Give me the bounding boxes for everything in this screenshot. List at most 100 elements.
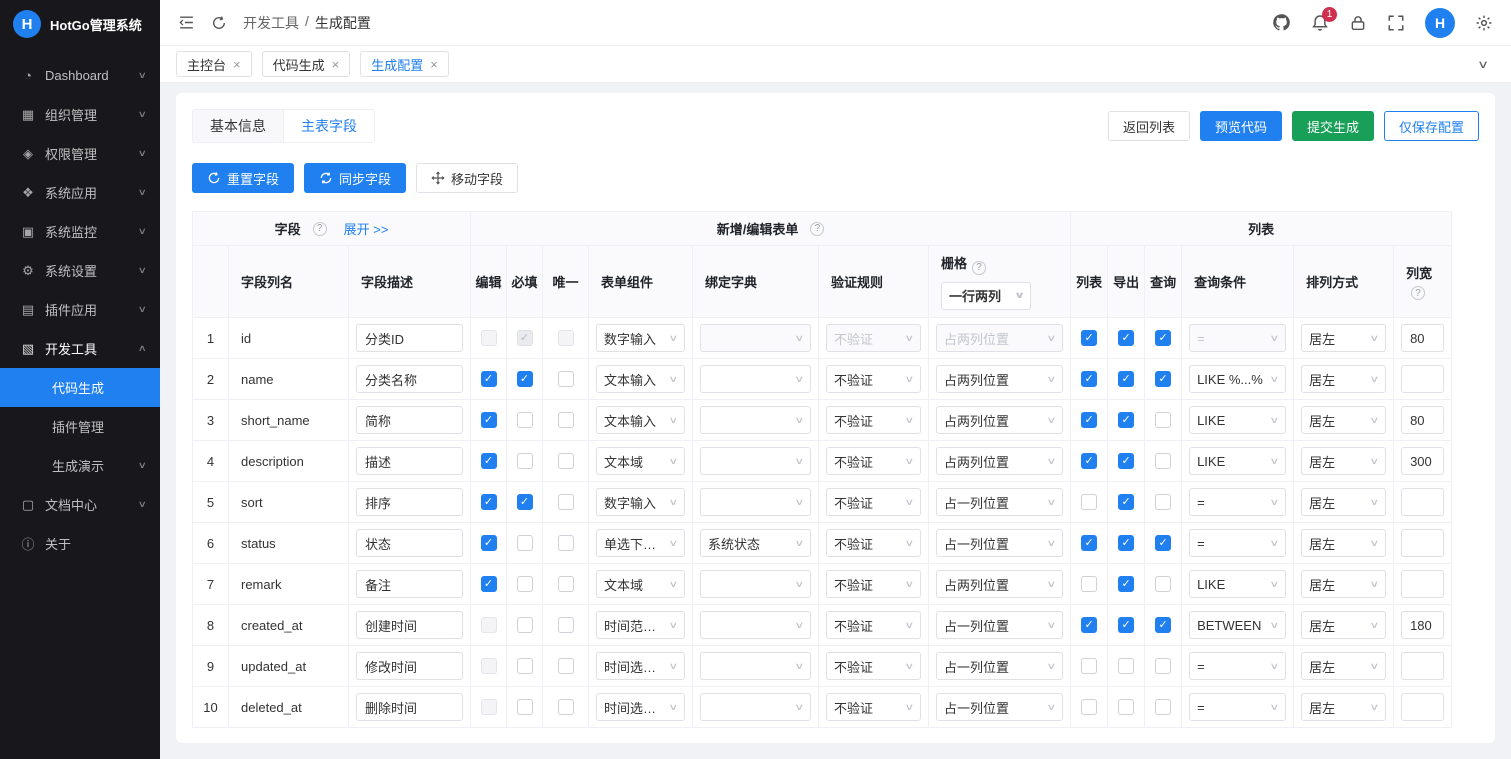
align-select[interactable]: 居左 ∨ bbox=[1301, 406, 1387, 434]
tab-basic-info[interactable]: 基本信息 bbox=[192, 109, 283, 143]
unique-checkbox[interactable] bbox=[557, 494, 574, 511]
grid-select[interactable]: 占一列位置 ∨ bbox=[936, 652, 1064, 680]
query-checkbox[interactable]: ✓ bbox=[1155, 617, 1172, 634]
validation-rule-select[interactable]: 不验证 ∨ bbox=[826, 570, 922, 598]
grid-select[interactable]: 占一列位置 ∨ bbox=[936, 611, 1064, 639]
sidebar-item-docs[interactable]: ▢ 文档中心 ∨ bbox=[0, 485, 160, 524]
form-component-select[interactable]: 数字输入 ∨ bbox=[596, 488, 686, 516]
github-icon[interactable] bbox=[1272, 13, 1291, 32]
form-component-select[interactable]: 文本域 ∨ bbox=[596, 570, 686, 598]
query-checkbox[interactable]: ✓ bbox=[1155, 371, 1172, 388]
column-width-input[interactable] bbox=[1401, 529, 1445, 557]
form-component-select[interactable]: 时间选择(Y-...∨ bbox=[596, 652, 686, 680]
sidebar-item-sysapp[interactable]: ❖ 系统应用 ∨ bbox=[0, 173, 160, 212]
help-icon[interactable]: ? bbox=[1411, 286, 1426, 301]
list-checkbox[interactable] bbox=[1081, 658, 1098, 675]
align-select[interactable]: 居左 ∨ bbox=[1301, 447, 1387, 475]
field-desc-input[interactable] bbox=[356, 406, 464, 434]
column-width-input[interactable] bbox=[1401, 652, 1445, 680]
list-checkbox[interactable]: ✓ bbox=[1081, 330, 1098, 347]
align-select[interactable]: 居左 ∨ bbox=[1301, 570, 1387, 598]
breadcrumb-parent[interactable]: 开发工具 bbox=[243, 13, 299, 33]
export-checkbox[interactable]: ✓ bbox=[1118, 535, 1135, 552]
move-fields-button[interactable]: 移动字段 bbox=[416, 163, 519, 193]
unique-checkbox[interactable] bbox=[557, 371, 574, 388]
dict-select[interactable]: ∨ bbox=[700, 488, 812, 516]
edit-checkbox[interactable]: ✓ bbox=[480, 576, 497, 593]
export-checkbox[interactable]: ✓ bbox=[1118, 617, 1135, 634]
save-config-only-button[interactable]: 仅保存配置 bbox=[1383, 111, 1479, 141]
column-width-input[interactable] bbox=[1401, 611, 1445, 639]
align-select[interactable]: 居左 ∨ bbox=[1301, 693, 1387, 721]
validation-rule-select[interactable]: 不验证 ∨ bbox=[826, 447, 922, 475]
required-checkbox[interactable]: ✓ bbox=[516, 494, 533, 511]
expand-link[interactable]: 展开 >> bbox=[344, 219, 389, 238]
tab-gen-config[interactable]: 生成配置 × bbox=[360, 51, 449, 77]
list-checkbox[interactable]: ✓ bbox=[1081, 371, 1098, 388]
required-checkbox[interactable] bbox=[516, 576, 533, 593]
list-checkbox[interactable]: ✓ bbox=[1081, 617, 1098, 634]
required-checkbox[interactable] bbox=[516, 412, 533, 429]
sidebar-item-settings[interactable]: ⚙ 系统设置 ∨ bbox=[0, 251, 160, 290]
query-condition-select[interactable]: = ∨ bbox=[1189, 693, 1287, 721]
export-checkbox[interactable]: ✓ bbox=[1118, 371, 1135, 388]
field-desc-input[interactable] bbox=[356, 570, 464, 598]
query-checkbox[interactable] bbox=[1155, 576, 1172, 593]
query-checkbox[interactable]: ✓ bbox=[1155, 535, 1172, 552]
column-width-input[interactable] bbox=[1401, 570, 1445, 598]
required-checkbox[interactable] bbox=[516, 658, 533, 675]
required-checkbox[interactable] bbox=[516, 617, 533, 634]
form-component-select[interactable]: 数字输入 ∨ bbox=[596, 324, 686, 352]
unique-checkbox[interactable] bbox=[557, 453, 574, 470]
export-checkbox[interactable]: ✓ bbox=[1118, 330, 1135, 347]
validation-rule-select[interactable]: 不验证 ∨ bbox=[826, 488, 922, 516]
help-icon[interactable]: ? bbox=[810, 221, 825, 236]
form-component-select[interactable]: 文本域 ∨ bbox=[596, 447, 686, 475]
app-logo[interactable]: H HotGo管理系统 bbox=[0, 0, 160, 48]
lock-screen-icon[interactable] bbox=[1349, 14, 1367, 32]
collapse-sidebar-icon[interactable] bbox=[178, 14, 195, 31]
column-width-input[interactable] bbox=[1401, 488, 1445, 516]
query-checkbox[interactable] bbox=[1155, 453, 1172, 470]
submit-generate-button[interactable]: 提交生成 bbox=[1291, 111, 1374, 141]
query-condition-select[interactable]: LIKE ∨ bbox=[1189, 406, 1287, 434]
unique-checkbox[interactable] bbox=[557, 576, 574, 593]
column-width-input[interactable] bbox=[1401, 365, 1445, 393]
close-icon[interactable]: × bbox=[430, 58, 438, 71]
help-icon[interactable]: ? bbox=[972, 260, 987, 275]
export-checkbox[interactable]: ✓ bbox=[1118, 412, 1135, 429]
form-component-select[interactable]: 时间选择(Y-...∨ bbox=[596, 693, 686, 721]
dict-select[interactable]: ∨ bbox=[700, 447, 812, 475]
close-icon[interactable]: × bbox=[332, 58, 340, 71]
align-select[interactable]: 居左 ∨ bbox=[1301, 529, 1387, 557]
form-component-select[interactable]: 时间范围选择∨ bbox=[596, 611, 686, 639]
sidebar-item-monitor[interactable]: ▣ 系统监控 ∨ bbox=[0, 212, 160, 251]
sidebar-item-dashboard[interactable]: ◔ Dashboard ∨ bbox=[0, 56, 160, 95]
list-checkbox[interactable]: ✓ bbox=[1081, 535, 1098, 552]
align-select[interactable]: 居左 ∨ bbox=[1301, 365, 1387, 393]
edit-checkbox[interactable]: ✓ bbox=[480, 453, 497, 470]
field-desc-input[interactable] bbox=[356, 693, 464, 721]
field-desc-input[interactable] bbox=[356, 611, 464, 639]
column-width-input[interactable] bbox=[1401, 324, 1445, 352]
align-select[interactable]: 居左 ∨ bbox=[1301, 324, 1387, 352]
query-checkbox[interactable] bbox=[1155, 658, 1172, 675]
validation-rule-select[interactable]: 不验证 ∨ bbox=[826, 611, 922, 639]
edit-checkbox[interactable]: ✓ bbox=[480, 371, 497, 388]
export-checkbox[interactable] bbox=[1118, 658, 1135, 675]
unique-checkbox[interactable] bbox=[557, 699, 574, 716]
field-desc-input[interactable] bbox=[356, 488, 464, 516]
form-component-select[interactable]: 文本输入 ∨ bbox=[596, 406, 686, 434]
list-checkbox[interactable] bbox=[1081, 699, 1098, 716]
form-component-select[interactable]: 单选下拉框 ∨ bbox=[596, 529, 686, 557]
field-desc-input[interactable] bbox=[356, 447, 464, 475]
tab-codegen[interactable]: 代码生成 × bbox=[261, 51, 351, 77]
fullscreen-icon[interactable] bbox=[1387, 14, 1405, 32]
dict-select[interactable]: ∨ bbox=[700, 365, 812, 393]
grid-select[interactable]: 占两列位置 ∨ bbox=[936, 447, 1064, 475]
validation-rule-select[interactable]: 不验证 ∨ bbox=[826, 652, 922, 680]
sync-fields-button[interactable]: 同步字段 bbox=[304, 163, 407, 193]
form-component-select[interactable]: 文本输入 ∨ bbox=[596, 365, 686, 393]
export-checkbox[interactable] bbox=[1118, 699, 1135, 716]
dict-select[interactable]: ∨ bbox=[700, 406, 812, 434]
